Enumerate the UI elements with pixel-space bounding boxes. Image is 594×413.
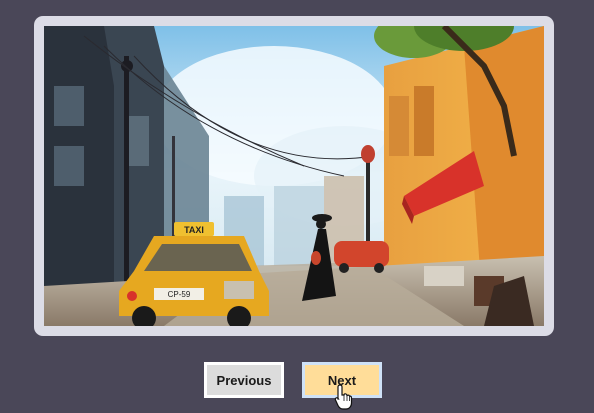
hand-pointer-icon	[334, 384, 353, 410]
taxi-sign-label: TAXI	[184, 225, 204, 235]
page: TAXI CP-59 Previous Next	[0, 0, 594, 413]
previous-button[interactable]: Previous	[204, 362, 284, 398]
slide-image: TAXI CP-59	[44, 26, 544, 326]
painting-image: TAXI CP-59	[44, 26, 544, 326]
license-plate: CP-59	[168, 290, 191, 299]
slide-frame: TAXI CP-59	[34, 16, 554, 336]
slider-controls: Previous Next	[0, 362, 594, 400]
